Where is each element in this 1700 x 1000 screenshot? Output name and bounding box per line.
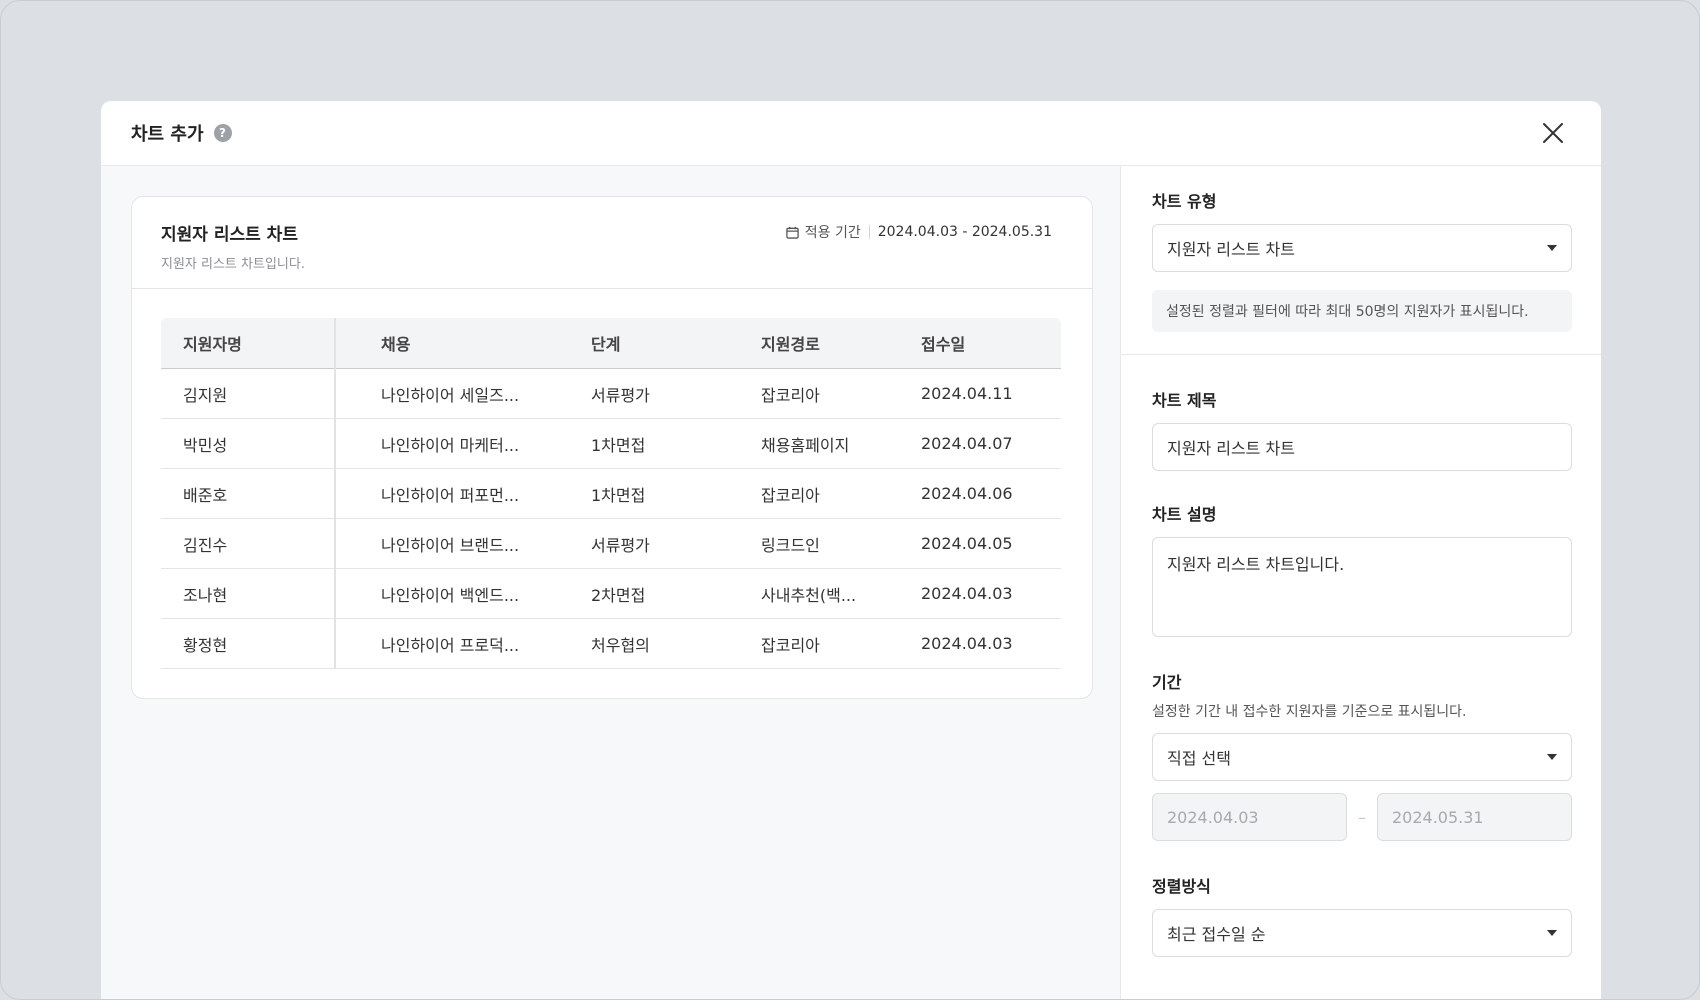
period-help-text: 설정한 기간 내 접수한 지원자를 기준으로 표시됩니다. xyxy=(1152,704,1467,720)
table-cell: 배준호 xyxy=(161,468,336,519)
chart-desc-label: 차트 설명 xyxy=(1152,505,1217,524)
table-cell: 나인하이어 세일즈... xyxy=(335,368,591,419)
sort-value: 최근 접수일 순 xyxy=(1167,925,1266,944)
table-cell: 처우협의 xyxy=(591,618,761,669)
table-cell: 김진수 xyxy=(161,518,336,569)
caret-down-icon xyxy=(1547,754,1557,760)
date-range-dash: – xyxy=(1358,807,1366,827)
table-row: 황정현 나인하이어 프로덕... 처우협의 잡코리아 2024.04.03 xyxy=(161,618,1061,669)
period-display: 적용 기간 2024.04.03 - 2024.05.31 xyxy=(786,222,1052,242)
modal-body: 지원자 리스트 차트 지원자 리스트 차트입니다. 적용 기간 2024.04.… xyxy=(101,166,1601,999)
table-cell: 잡코리아 xyxy=(761,368,921,419)
caret-down-icon xyxy=(1547,245,1557,251)
column-header: 지원자명 xyxy=(161,318,336,369)
table-cell: 2024.04.03 xyxy=(921,618,1061,669)
sort-section: 정렬방식 최근 접수일 순 xyxy=(1121,841,1601,957)
period-section-label: 기간 xyxy=(1152,673,1182,692)
table-cell: 김지원 xyxy=(161,368,336,419)
date-range: 2024.04.03 – 2024.05.31 xyxy=(1152,793,1572,841)
column-header: 지원경로 xyxy=(761,318,921,369)
table-cell: 나인하이어 마케터... xyxy=(335,418,591,469)
period-label: 적용 기간 xyxy=(804,225,861,241)
table-cell: 나인하이어 브랜드... xyxy=(335,518,591,569)
preview-pane: 지원자 리스트 차트 지원자 리스트 차트입니다. 적용 기간 2024.04.… xyxy=(101,166,1121,999)
table-cell: 2024.04.11 xyxy=(921,368,1061,419)
table-cell: 조나현 xyxy=(161,568,336,619)
settings-pane: 차트 유형 지원자 리스트 차트 설정된 정렬과 필터에 따라 최대 50명의 … xyxy=(1121,166,1601,999)
table-cell: 황정현 xyxy=(161,618,336,669)
table-cell: 2024.04.05 xyxy=(921,518,1061,569)
applicant-table: 지원자명 채용 단계 지원경로 접수일 김지원 나인하이어 세일즈... 서류평… xyxy=(161,318,1061,669)
period-select[interactable]: 직접 선택 xyxy=(1152,733,1572,781)
card-header: 지원자 리스트 차트 지원자 리스트 차트입니다. 적용 기간 2024.04.… xyxy=(132,197,1092,289)
calendar-icon xyxy=(786,226,799,239)
chart-desc-section: 차트 설명 지원자 리스트 차트입니다. xyxy=(1121,471,1601,637)
table-cell: 2차면접 xyxy=(591,568,761,619)
chart-type-select[interactable]: 지원자 리스트 차트 xyxy=(1152,224,1572,272)
table-cell: 박민성 xyxy=(161,418,336,469)
chart-type-section: 차트 유형 지원자 리스트 차트 설정된 정렬과 필터에 따라 최대 50명의 … xyxy=(1121,166,1601,355)
table-row: 배준호 나인하이어 퍼포먼... 1차면접 잡코리아 2024.04.06 xyxy=(161,468,1061,519)
table-cell: 1차면접 xyxy=(591,468,761,519)
close-icon[interactable] xyxy=(1541,121,1565,145)
sort-label: 정렬방식 xyxy=(1152,877,1211,896)
period-section: 기간 설정한 기간 내 접수한 지원자를 기준으로 표시됩니다. 직접 선택 2… xyxy=(1121,637,1601,841)
table-cell: 링크드인 xyxy=(761,518,921,569)
chart-type-info: 설정된 정렬과 필터에 따라 최대 50명의 지원자가 표시됩니다. xyxy=(1152,290,1572,332)
help-icon[interactable]: ? xyxy=(213,124,232,142)
table-cell: 2024.04.06 xyxy=(921,468,1061,519)
table-cell: 나인하이어 백엔드... xyxy=(335,568,591,619)
table-cell: 채용홈페이지 xyxy=(761,418,921,469)
table-header-row: 지원자명 채용 단계 지원경로 접수일 xyxy=(161,318,1061,369)
table-wrapper: 지원자명 채용 단계 지원경로 접수일 김지원 나인하이어 세일즈... 서류평… xyxy=(132,289,1092,698)
chart-type-label: 차트 유형 xyxy=(1152,192,1217,211)
table-cell: 서류평가 xyxy=(591,518,761,569)
table-cell: 나인하이어 프로덕... xyxy=(335,618,591,669)
sort-select[interactable]: 최근 접수일 순 xyxy=(1152,909,1572,957)
divider xyxy=(868,225,870,239)
chart-title-input[interactable]: 지원자 리스트 차트 xyxy=(1152,423,1572,471)
table-cell: 사내추천(백... xyxy=(761,568,921,619)
table-cell: 서류평가 xyxy=(591,368,761,419)
period-range: 2024.04.03 - 2024.05.31 xyxy=(877,224,1052,240)
table-row: 박민성 나인하이어 마케터... 1차면접 채용홈페이지 2024.04.07 xyxy=(161,418,1061,469)
table-cell: 1차면접 xyxy=(591,418,761,469)
chart-desc-textarea[interactable]: 지원자 리스트 차트입니다. xyxy=(1152,537,1572,637)
modal-title: 차트 추가 xyxy=(131,124,204,145)
start-date-input[interactable]: 2024.04.03 xyxy=(1152,793,1347,841)
chart-preview-card: 지원자 리스트 차트 지원자 리스트 차트입니다. 적용 기간 2024.04.… xyxy=(131,196,1093,699)
column-header: 접수일 xyxy=(921,318,1061,369)
table-cell: 잡코리아 xyxy=(761,618,921,669)
table-row: 조나현 나인하이어 백엔드... 2차면접 사내추천(백... 2024.04.… xyxy=(161,568,1061,619)
end-date-input[interactable]: 2024.05.31 xyxy=(1377,793,1572,841)
chart-title-section: 차트 제목 지원자 리스트 차트 xyxy=(1121,355,1601,471)
chart-title-label: 차트 제목 xyxy=(1152,391,1217,410)
caret-down-icon xyxy=(1547,930,1557,936)
column-header: 단계 xyxy=(591,318,761,369)
chart-type-value: 지원자 리스트 차트 xyxy=(1167,240,1295,259)
period-select-value: 직접 선택 xyxy=(1167,749,1231,768)
table-cell: 2024.04.07 xyxy=(921,418,1061,469)
column-header: 채용 xyxy=(335,318,591,369)
modal-header: 차트 추가 ? xyxy=(101,101,1601,166)
table-cell: 잡코리아 xyxy=(761,468,921,519)
table-cell: 2024.04.03 xyxy=(921,568,1061,619)
table-row: 김진수 나인하이어 브랜드... 서류평가 링크드인 2024.04.05 xyxy=(161,518,1061,569)
table-row: 김지원 나인하이어 세일즈... 서류평가 잡코리아 2024.04.11 xyxy=(161,368,1061,419)
backdrop: 차트 추가 ? 지원자 리스트 차트 지원자 리스트 차트입니다. 적용 기간 … xyxy=(0,0,1700,1000)
table-cell: 나인하이어 퍼포먼... xyxy=(335,468,591,519)
add-chart-modal: 차트 추가 ? 지원자 리스트 차트 지원자 리스트 차트입니다. 적용 기간 … xyxy=(101,101,1601,999)
card-title: 지원자 리스트 차트 xyxy=(161,225,298,245)
card-description: 지원자 리스트 차트입니다. xyxy=(161,257,305,272)
